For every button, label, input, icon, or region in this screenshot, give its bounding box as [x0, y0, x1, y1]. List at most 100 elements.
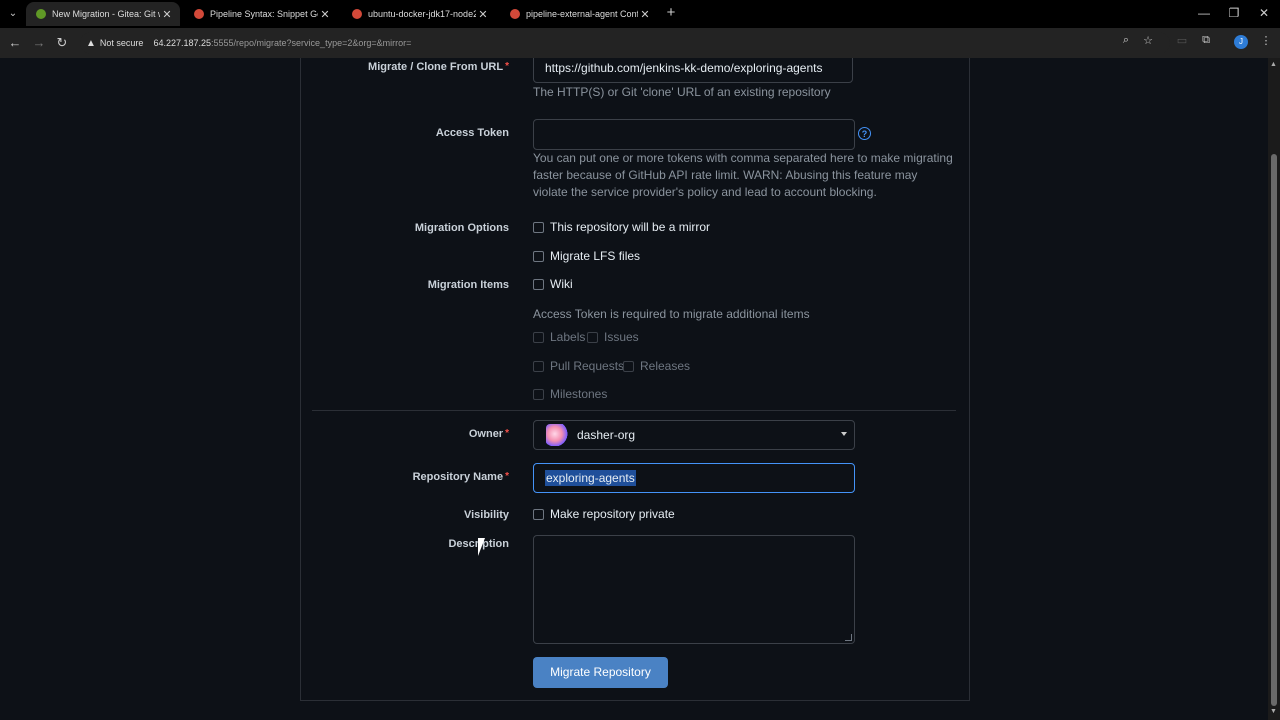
labels-checkbox[interactable]: Labels [533, 330, 585, 344]
zoom-icon[interactable]: ⌕ [1118, 34, 1134, 47]
private-checkbox[interactable]: Make repository private [533, 507, 675, 521]
tab-title: New Migration - Gitea: Git with [52, 9, 160, 19]
section-divider [312, 410, 956, 411]
checkbox-label: This repository will be a mirror [550, 220, 710, 234]
forward-icon[interactable]: → [30, 34, 48, 52]
milestones-checkbox[interactable]: Milestones [533, 387, 607, 401]
label-text: Repository Name [413, 471, 503, 483]
new-tab-icon[interactable]: + [662, 4, 680, 22]
scrollbar-thumb[interactable] [1271, 154, 1277, 706]
wiki-checkbox[interactable]: Wiki [533, 277, 573, 291]
jenkins-favicon-icon [194, 9, 204, 19]
close-icon[interactable]: ✕ [638, 8, 652, 21]
caret-down-icon [841, 432, 847, 436]
close-icon[interactable]: ✕ [318, 8, 332, 21]
description-textarea[interactable] [533, 535, 855, 644]
tab-title: Pipeline Syntax: Snippet Genera [210, 9, 318, 19]
bookmark-star-icon[interactable]: ☆ [1140, 34, 1156, 47]
clone-url-help: The HTTP(S) or Git 'clone' URL of an exi… [533, 84, 953, 101]
required-marker: * [505, 61, 509, 72]
url-path: :5555/repo/migrate?service_type=2&org=&m… [211, 38, 411, 48]
browser-menu-icon[interactable]: ⋮ [1258, 34, 1274, 47]
profile-avatar[interactable]: J [1234, 35, 1248, 49]
org-avatar [546, 424, 568, 446]
help-question-icon[interactable]: ? [858, 127, 871, 140]
access-token-input[interactable] [533, 119, 855, 150]
page-scrollbar[interactable]: ▲ ▼ [1268, 58, 1280, 720]
jenkins-favicon-icon [352, 9, 362, 19]
required-marker: * [505, 428, 509, 439]
scroll-up-icon[interactable]: ▲ [1270, 61, 1277, 68]
owner-dropdown[interactable]: dasher-org [533, 420, 855, 450]
security-label: Not secure [100, 38, 144, 48]
resize-grip-icon[interactable] [845, 634, 852, 641]
visibility-label: Visibility [464, 509, 509, 521]
clone-url-input[interactable]: https://github.com/jenkins-kk-demo/explo… [533, 58, 853, 83]
extension-badge-icon[interactable]: ▭ [1174, 34, 1190, 47]
url-text[interactable]: 64.227.187.25:5555/repo/migrate?service_… [153, 38, 411, 48]
owner-value: dasher-org [577, 428, 635, 442]
security-indicator[interactable]: ▲ Not secure [86, 38, 143, 49]
migration-options-label: Migration Options [415, 222, 509, 234]
extensions-puzzle-icon[interactable]: ⧉ [1198, 34, 1214, 47]
label-text: Migrate / Clone From URL [368, 61, 503, 73]
tab-title: pipeline-external-agent Config [526, 9, 638, 19]
browser-toolbar: ← → ↻ ▲ Not secure 64.227.187.25:5555/re… [0, 28, 1280, 58]
checkbox-label: Releases [640, 359, 690, 373]
migration-items-label: Migration Items [428, 279, 509, 291]
clone-url-label: Migrate / Clone From URL* [368, 61, 509, 73]
repository-name-label: Repository Name* [413, 471, 509, 483]
issues-checkbox[interactable]: Issues [587, 330, 639, 344]
close-icon[interactable]: ✕ [476, 8, 490, 21]
owner-label: Owner* [469, 428, 509, 440]
pull-requests-checkbox[interactable]: Pull Requests [533, 359, 624, 373]
checkbox-label: Pull Requests [550, 359, 624, 373]
scroll-down-icon[interactable]: ▼ [1270, 708, 1277, 715]
access-token-label: Access Token [436, 127, 509, 139]
migrate-repository-button[interactable]: Migrate Repository [533, 657, 668, 688]
checkbox-label: Wiki [550, 277, 573, 291]
minimize-icon[interactable]: — [1194, 4, 1214, 22]
tab-title: ubuntu-docker-jdk17-node20 [ [368, 9, 476, 19]
checkbox-box[interactable] [533, 222, 544, 233]
lfs-checkbox[interactable]: Migrate LFS files [533, 249, 640, 263]
label-text: Owner [469, 428, 503, 440]
checkbox-box[interactable] [533, 389, 544, 400]
window-close-icon[interactable]: ✕ [1254, 4, 1274, 22]
checkbox-box[interactable] [533, 279, 544, 290]
checkbox-box[interactable] [587, 332, 598, 343]
checkbox-label: Issues [604, 330, 639, 344]
restore-icon[interactable]: ❐ [1224, 4, 1244, 22]
tab-ubuntu-docker[interactable]: ubuntu-docker-jdk17-node20 [ ✕ [342, 2, 496, 26]
checkbox-label: Labels [550, 330, 585, 344]
checkbox-box[interactable] [533, 332, 544, 343]
checkbox-box[interactable] [533, 361, 544, 372]
mirror-checkbox[interactable]: This repository will be a mirror [533, 220, 710, 234]
tab-pipeline-external-agent[interactable]: pipeline-external-agent Config ✕ [500, 2, 658, 26]
page-content: Migrate / Clone From URL* https://github… [0, 58, 1268, 720]
close-icon[interactable]: ✕ [160, 8, 174, 21]
tab-search-icon[interactable]: ⌄ [4, 5, 22, 23]
checkbox-label: Milestones [550, 387, 607, 401]
address-bar[interactable]: ▲ Not secure 64.227.187.25:5555/repo/mig… [80, 32, 1170, 54]
checkbox-box[interactable] [533, 509, 544, 520]
profile-initial: J [1239, 37, 1243, 46]
checkbox-box[interactable] [533, 251, 544, 262]
checkbox-box[interactable] [623, 361, 634, 372]
repository-name-input[interactable]: exploring-agents [533, 463, 855, 493]
browser-tab-strip: ⌄ New Migration - Gitea: Git with ✕ Pipe… [0, 0, 1280, 28]
warning-icon: ▲ [86, 38, 96, 49]
reload-icon[interactable]: ↻ [53, 34, 71, 52]
releases-checkbox[interactable]: Releases [623, 359, 690, 373]
tab-pipeline-syntax[interactable]: Pipeline Syntax: Snippet Genera ✕ [184, 2, 338, 26]
url-host: 64.227.187.25 [153, 38, 211, 48]
gitea-favicon-icon [36, 9, 46, 19]
checkbox-label: Migrate LFS files [550, 249, 640, 263]
required-marker: * [505, 471, 509, 482]
tab-gitea[interactable]: New Migration - Gitea: Git with ✕ [26, 2, 180, 26]
back-icon[interactable]: ← [6, 34, 24, 52]
access-token-help: You can put one or more tokens with comm… [533, 150, 953, 201]
mouse-cursor-icon [478, 538, 485, 556]
checkbox-label: Make repository private [550, 507, 675, 521]
access-token-required-note: Access Token is required to migrate addi… [533, 306, 953, 323]
